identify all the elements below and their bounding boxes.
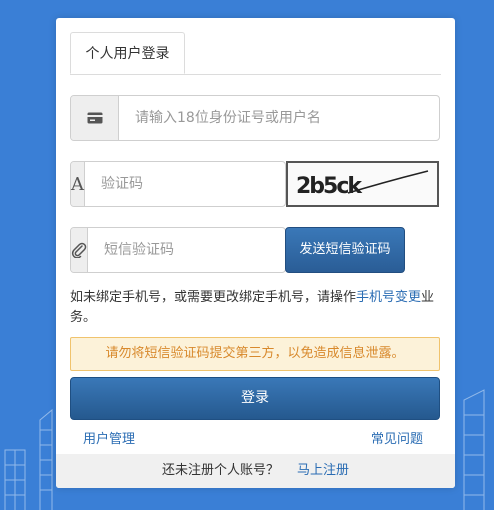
register-prompt: 还未注册个人账号？ [161,463,279,478]
captcha-image-text: 2b5ck [296,174,363,199]
register-link[interactable]: 马上注册 [297,463,349,478]
register-footer: 还未注册个人账号？ 马上注册 [56,454,455,488]
font-icon: A [71,162,85,206]
id-card-icon [71,96,119,140]
change-phone-link[interactable]: 手机号变更 [356,290,421,305]
sms-code-input[interactable] [88,228,294,272]
security-warning: 请勿将短信验证码提交第三方，以免造成信息泄露。 [70,337,440,371]
username-group [70,95,440,141]
background-buildings-right [463,389,485,510]
user-management-link[interactable]: 用户管理 [83,428,135,447]
captcha-image[interactable]: 2b5ck [286,161,439,207]
login-card: 个人用户登录 A 2b5ck 发送短信验证 [56,18,455,488]
tab-bar: 个人用户登录 [70,32,441,75]
font-icon-glyph: A [71,173,84,195]
captcha-group: A [70,161,291,207]
username-input[interactable] [119,96,439,140]
phone-binding-notice: 如未绑定手机号，或需要更改绑定手机号，请操作手机号变更业务。 [70,288,440,328]
send-sms-button[interactable]: 发送短信验证码 [285,227,405,273]
background-buildings-left [4,408,53,510]
tab-personal-login[interactable]: 个人用户登录 [70,32,185,74]
sms-code-group [70,227,294,273]
login-button[interactable]: 登录 [70,377,440,420]
faq-link[interactable]: 常见问题 [371,428,423,447]
captcha-input[interactable] [85,162,291,206]
paperclip-icon [71,228,88,272]
notice-text: 如未绑定手机号，或需要更改绑定手机号，请操作 [70,290,357,305]
